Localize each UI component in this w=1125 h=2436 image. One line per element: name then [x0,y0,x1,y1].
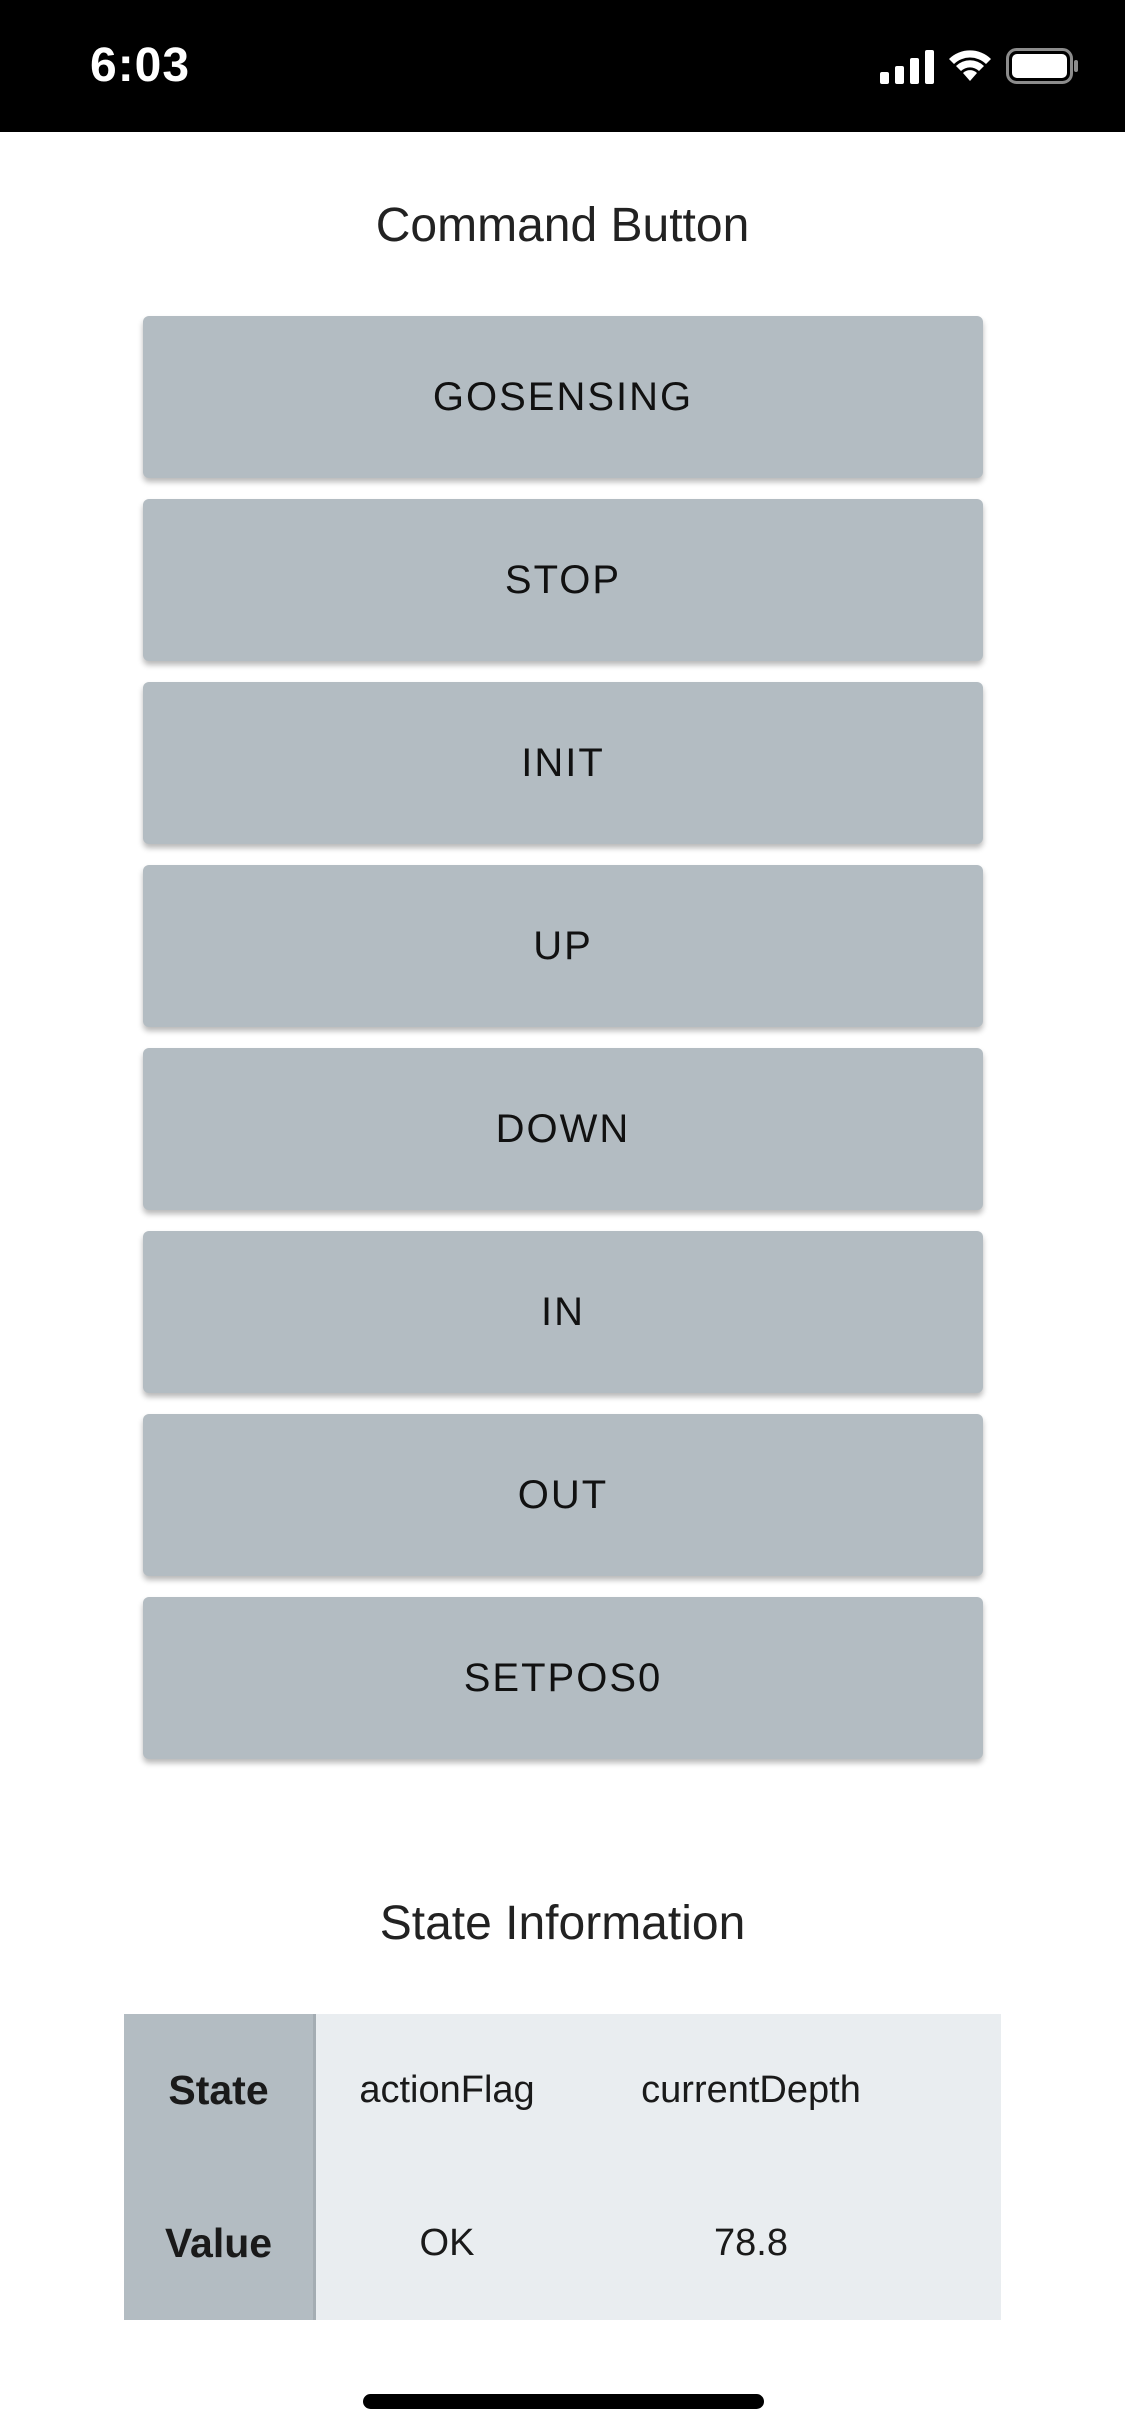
down-button[interactable]: DOWN [143,1048,983,1210]
battery-icon [1006,48,1078,84]
status-time: 6:03 [90,39,191,92]
stop-button[interactable]: STOP [143,499,983,661]
table-cell: actionFlag [359,2069,535,2111]
state-table-scroll-area[interactable]: actionFlag currentDepth de OK 78.8 7 [316,2014,1001,2320]
command-button-list: GOSENSING STOP INIT UP DOWN IN OUT SETPO… [143,316,983,1759]
table-cell: 78.8 [714,2222,788,2264]
cellular-signal-icon [880,48,934,84]
row-header-state: State [168,2067,269,2113]
table-cell: 7 [924,2167,1001,2320]
status-bar: 6:03 [0,0,1125,132]
state-table-row-headers: State Value [124,2014,316,2320]
gosensing-button[interactable]: GOSENSING [143,316,983,478]
init-button[interactable]: INIT [143,682,983,844]
table-cell: currentDepth [641,2069,861,2111]
status-icons [880,48,1080,84]
in-button[interactable]: IN [143,1231,983,1393]
home-indicator[interactable] [363,2394,764,2409]
table-cell: OK [419,2222,475,2264]
table-row-state: actionFlag currentDepth de [316,2014,1001,2167]
command-section-title: Command Button [375,199,750,252]
table-row-value: OK 78.8 7 [316,2167,1001,2320]
out-button[interactable]: OUT [143,1414,983,1576]
wifi-icon [949,50,991,81]
up-button[interactable]: UP [143,865,983,1027]
state-section-title: State Information [379,1897,746,1950]
state-table[interactable]: State Value actionFlag currentDepth de O… [124,2014,1001,2320]
row-header-value: Value [164,2220,273,2266]
setpos0-button[interactable]: SETPOS0 [143,1597,983,1759]
table-cell: de [924,2014,1001,2167]
